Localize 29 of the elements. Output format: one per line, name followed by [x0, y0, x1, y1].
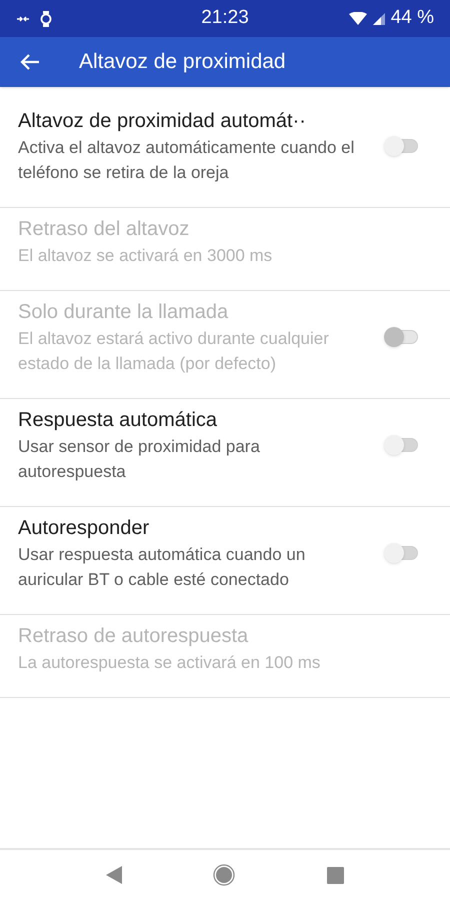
setting-summary: Usar sensor de proximidad para autorespuesta [18, 436, 261, 483]
setting-title: Autoresponder [18, 516, 150, 541]
setting-summary: El altavoz estará activo durante cualquier estado de la llamada (por defecto) [18, 328, 330, 375]
home-icon[interactable] [213, 864, 236, 886]
setting-summary: La autorespuesta se activará en 100 ms [18, 652, 322, 674]
setting-item[interactable]: Altavoz de proximidad automát·· Activa el altavoz automáticamente cuando el teléfono se retira de la oreja [0, 100, 450, 208]
setting-title: Retraso de autorespuesta [18, 624, 250, 649]
setting-title: Retraso del altavoz [18, 217, 190, 242]
clock: 21:23 [201, 6, 249, 30]
battery-level: 44 % [390, 6, 434, 30]
toggle-switch[interactable] [384, 434, 420, 456]
setting-summary: Activa el altavoz automáticamente cuando el teléfono se retira de la oreja [18, 137, 356, 184]
back-nav-icon[interactable] [106, 866, 122, 884]
wifi-icon [348, 12, 367, 25]
setting-item[interactable]: Respuesta automática Usar sensor de proximidad para autorespuesta [0, 399, 450, 507]
signal-icon [372, 12, 385, 24]
toggle-switch[interactable] [384, 135, 420, 157]
setting-summary: Usar respuesta automática cuando un auricular BT o cable esté conectado [18, 544, 306, 591]
watch-icon [40, 10, 52, 26]
toggle-switch[interactable] [384, 542, 420, 564]
setting-title: Altavoz de proximidad automát·· [18, 109, 307, 134]
overview-icon[interactable] [327, 866, 344, 884]
screen-title: Altavoz de proximidad [79, 49, 286, 76]
back-icon [20, 53, 40, 71]
setting-title: Respuesta automática [18, 408, 218, 433]
setting-title: Solo durante la llamada [18, 300, 230, 325]
setting-item[interactable]: Autoresponder Usar respuesta automática cuando un auricular BT o cable esté conectado [0, 507, 450, 615]
arrows-icon [16, 14, 30, 24]
setting-summary: El altavoz se activará en 3000 ms [18, 245, 274, 267]
